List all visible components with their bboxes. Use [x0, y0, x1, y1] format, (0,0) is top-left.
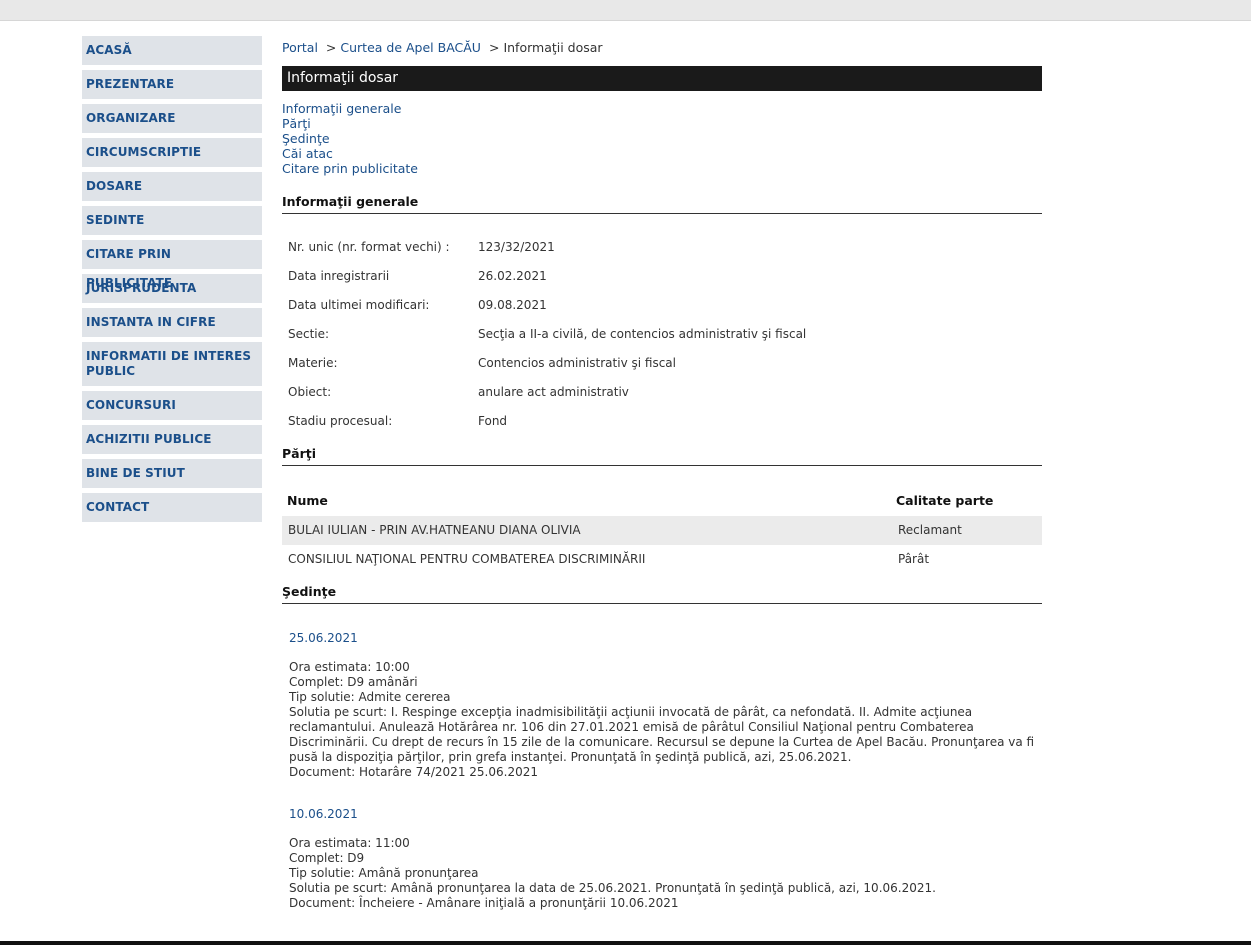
general-info-table: Nr. unic (nr. format vechi) : 123/32/202… [282, 233, 1042, 436]
info-row-stadiu-procesual: Stadiu procesual: Fond [282, 407, 1042, 436]
sidebar-item-prezentare[interactable]: PREZENTARE [82, 70, 262, 99]
sedinta-tip-solutie: Tip solutie: Amână pronunţarea [289, 866, 479, 880]
sidebar-item-sedinte[interactable]: SEDINTE [82, 206, 262, 235]
sidebar-item-concursuri[interactable]: CONCURSURI [82, 391, 262, 420]
sidebar-item-achizitii-publice[interactable]: ACHIZITII PUBLICE [82, 425, 262, 454]
info-value: Fond [478, 414, 508, 428]
info-value: 26.02.2021 [478, 269, 547, 283]
main-content: Portal > Curtea de Apel BACĂU > Informaţii… [282, 36, 1042, 911]
sedinta-ora: Ora estimata: 10:00 [289, 660, 410, 674]
table-row: BULAI IULIAN - PRIN AV.HATNEANU DIANA OL… [282, 516, 1042, 545]
breadcrumb-separator: > [488, 40, 500, 55]
info-value: anulare act administrativ [478, 385, 629, 399]
sedinta-document: Document: Încheiere - Amânare iniţială a… [289, 896, 679, 910]
info-value: Secţia a II-a civilă, de contencios admi… [478, 327, 807, 341]
breadcrumb-separator: > [325, 40, 337, 55]
sidebar-item-dosare[interactable]: DOSARE [82, 172, 262, 201]
section-heading-parti: Părţi [282, 446, 1042, 466]
sedinta-details: Ora estimata: 11:00 Complet: D9 Tip solu… [289, 836, 1042, 911]
info-label: Data inregistrarii [288, 269, 390, 283]
info-row-data-ultimei-modificari: Data ultimei modificari: 09.08.2021 [282, 291, 1042, 320]
sedinta-date: 25.06.2021 [289, 631, 358, 645]
sidebar-item-instanta-in-cifre[interactable]: INSTANTA IN CIFRE [82, 308, 262, 337]
info-value: 09.08.2021 [478, 298, 547, 312]
sedinta-tip-solutie: Tip solutie: Admite cererea [289, 690, 451, 704]
party-role: Reclamant [898, 523, 962, 537]
section-anchor-links: Informaţii generale Părţi Şedinţe Căi at… [282, 101, 1042, 176]
anchor-informatii-generale[interactable]: Informaţii generale [282, 101, 1042, 116]
info-row-nr-unic: Nr. unic (nr. format vechi) : 123/32/202… [282, 233, 1042, 262]
sidebar-item-citare-prin-publicitate[interactable]: CITARE PRIN PUBLICITATE [82, 240, 262, 290]
sedinta-entry: 25.06.2021 Ora estimata: 10:00 Complet: … [282, 631, 1042, 780]
anchor-cai-atac[interactable]: Căi atac [282, 146, 1042, 161]
column-header-nume: Nume [287, 493, 328, 508]
sidebar-item-informatii-de-interes-public[interactable]: INFORMATII DE INTERES PUBLIC [82, 342, 262, 386]
sidebar-item-jurisprudenta[interactable]: JURISPRUDENTA [82, 274, 262, 303]
anchor-sedinte[interactable]: Şedinţe [282, 131, 1042, 146]
anchor-citare-prin-publicitate[interactable]: Citare prin publicitate [282, 161, 1042, 176]
section-heading-informatii-generale: Informaţii generale [282, 194, 1042, 214]
info-row-data-inregistrarii: Data inregistrarii 26.02.2021 [282, 262, 1042, 291]
table-row: CONSILIUL NAŢIONAL PENTRU COMBATEREA DIS… [282, 545, 1042, 574]
sedinta-ora: Ora estimata: 11:00 [289, 836, 410, 850]
sedinta-date: 10.06.2021 [289, 807, 358, 821]
sedinta-complet: Complet: D9 [289, 851, 365, 865]
info-label: Stadiu procesual: [288, 414, 393, 428]
info-row-materie: Materie: Contencios administrativ şi fis… [282, 349, 1042, 378]
info-row-sectie: Sectie: Secţia a II-a civilă, de contenc… [282, 320, 1042, 349]
sidebar-item-bine-de-stiut[interactable]: BINE DE STIUT [82, 459, 262, 488]
parti-table-header: Nume Calitate parte [282, 486, 1042, 516]
section-heading-sedinte: Şedinţe [282, 584, 1042, 604]
info-label: Obiect: [288, 385, 332, 399]
info-label: Materie: [288, 356, 338, 370]
sedinta-entry: 10.06.2021 Ora estimata: 11:00 Complet: … [282, 807, 1042, 911]
sedinta-document: Document: Hotarâre 74/2021 25.06.2021 [289, 765, 538, 779]
info-label: Sectie: [288, 327, 330, 341]
page-title: Informaţii dosar [282, 66, 1042, 91]
sedinta-details: Ora estimata: 10:00 Complet: D9 amânări … [289, 660, 1042, 780]
info-label: Data ultimei modificari: [288, 298, 430, 312]
bottom-edge-strip [0, 941, 1251, 945]
party-role: Pârât [898, 552, 930, 566]
sedinta-solutie: Solutia pe scurt: Amână pronunţarea la d… [289, 881, 936, 895]
breadcrumb-court-link[interactable]: Curtea de Apel BACĂU [340, 40, 481, 55]
info-label: Nr. unic (nr. format vechi) : [288, 240, 450, 254]
info-value: 123/32/2021 [478, 240, 555, 254]
browser-top-strip [0, 0, 1251, 21]
info-value: Contencios administrativ şi fiscal [478, 356, 676, 370]
party-name: CONSILIUL NAŢIONAL PENTRU COMBATEREA DIS… [288, 552, 646, 566]
sedinta-solutie: Solutia pe scurt: I. Respinge excepţia i… [289, 705, 1035, 764]
breadcrumb: Portal > Curtea de Apel BACĂU > Informaţii… [282, 36, 1042, 60]
sidebar-item-organizare[interactable]: ORGANIZARE [82, 104, 262, 133]
breadcrumb-portal-link[interactable]: Portal [282, 40, 318, 55]
info-row-obiect: Obiect: anulare act administrativ [282, 378, 1042, 407]
sedinta-complet: Complet: D9 amânări [289, 675, 418, 689]
sidebar-item-contact[interactable]: CONTACT [82, 493, 262, 522]
sidebar-item-circumscriptie[interactable]: CIRCUMSCRIPTIE [82, 138, 262, 167]
sidebar-item-acasa[interactable]: ACASĂ [82, 36, 262, 65]
anchor-parti[interactable]: Părţi [282, 116, 1042, 131]
column-header-calitate-parte: Calitate parte [896, 493, 994, 508]
sidebar-nav: ACASĂ PREZENTARE ORGANIZARE CIRCUMSCRIPT… [82, 36, 262, 527]
party-name: BULAI IULIAN - PRIN AV.HATNEANU DIANA OL… [288, 523, 581, 537]
breadcrumb-current: Informaţii dosar [503, 40, 603, 55]
